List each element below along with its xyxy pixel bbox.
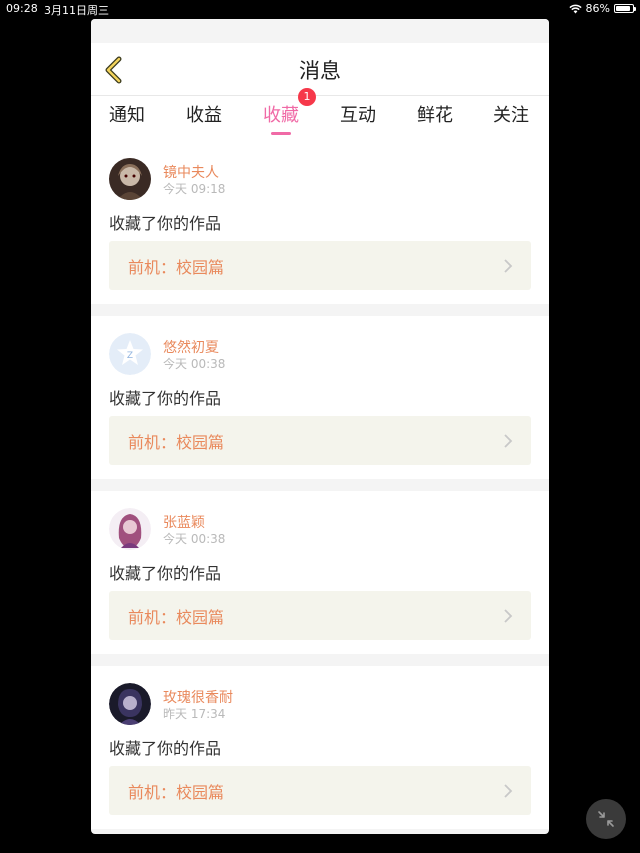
- tab-label: 互动: [340, 105, 376, 126]
- chevron-right-icon: [504, 784, 513, 798]
- action-text: 收藏了你的作品: [109, 739, 222, 758]
- work-title: 前机：校园篇: [128, 608, 225, 627]
- chevron-right-icon: [504, 259, 513, 273]
- work-link[interactable]: 前机：校园篇: [109, 766, 531, 815]
- divider: [91, 304, 549, 316]
- timestamp: 今天 00:38: [163, 532, 226, 546]
- tab-label: 关注: [493, 105, 529, 126]
- timestamp: 昨天 17:34: [163, 707, 226, 721]
- avatar[interactable]: [109, 508, 151, 550]
- message-list-rest: Z 悠然初夏 今天 00:38 收藏了你的作品 前机：校园篇 张蓝颖 今天 00…: [91, 316, 549, 829]
- message-list: 镜中夫人 今天 09:18 收藏了你的作品 前机：校园篇: [91, 131, 549, 304]
- action-text: 收藏了你的作品: [109, 564, 222, 583]
- chevron-right-icon: [504, 434, 513, 448]
- tab-notice[interactable]: 通知: [109, 101, 145, 127]
- wifi-icon: [568, 4, 582, 13]
- work-title: 前机：校园篇: [128, 258, 225, 277]
- tab-label: 收益: [186, 105, 222, 126]
- tab-label: 通知: [109, 105, 145, 126]
- tab-label: 收藏: [263, 105, 299, 126]
- panel-top-strip: [91, 19, 549, 43]
- action-text: 收藏了你的作品: [109, 214, 222, 233]
- list-item: 玫瑰很香耐 昨天 17:34 收藏了你的作品 前机：校园篇: [91, 666, 549, 829]
- tab-favorites[interactable]: 收藏 1: [263, 88, 316, 135]
- header: 消息: [91, 43, 549, 95]
- tab-flowers[interactable]: 鲜花: [417, 101, 453, 127]
- unread-badge: 1: [298, 88, 316, 106]
- work-title: 前机：校园篇: [128, 433, 225, 452]
- user-name[interactable]: 镜中夫人: [163, 162, 219, 182]
- work-link[interactable]: 前机：校园篇: [109, 591, 531, 640]
- list-item: 张蓝颖 今天 00:38 收藏了你的作品 前机：校园篇: [91, 491, 549, 654]
- svg-text:Z: Z: [127, 351, 133, 361]
- list-item: 镜中夫人 今天 09:18 收藏了你的作品 前机：校园篇: [91, 141, 549, 304]
- avatar[interactable]: [109, 158, 151, 200]
- work-title: 前机：校园篇: [128, 783, 225, 802]
- battery-icon: [614, 4, 636, 13]
- work-link[interactable]: 前机：校园篇: [109, 416, 531, 465]
- list-item: Z 悠然初夏 今天 00:38 收藏了你的作品 前机：校园篇: [91, 316, 549, 479]
- tab-follows[interactable]: 关注: [493, 101, 529, 127]
- status-bar: 09:28 3月11日周三 86%: [0, 0, 640, 18]
- tab-label: 鲜花: [417, 105, 453, 126]
- user-name[interactable]: 悠然初夏: [163, 337, 219, 357]
- tab-interactions[interactable]: 互动: [340, 101, 376, 127]
- tab-bar: 通知 收益 收藏 1 互动 鲜花 关注: [91, 88, 549, 135]
- timestamp: 今天 09:18: [163, 182, 226, 196]
- timestamp: 今天 00:38: [163, 357, 226, 371]
- page-title: 消息: [299, 59, 341, 83]
- status-time: 09:28: [6, 2, 38, 15]
- status-date: 3月11日周三: [44, 4, 109, 17]
- avatar[interactable]: [109, 683, 151, 725]
- collapse-arrows-icon: [598, 811, 614, 827]
- battery-percent: 86%: [585, 2, 610, 15]
- message-panel: 消息 通知 收益 收藏 1 互动 鲜花 关注 镜中夫人 今天 09:18 收藏了…: [91, 19, 549, 834]
- tab-earnings[interactable]: 收益: [186, 101, 222, 127]
- user-name[interactable]: 张蓝颖: [163, 512, 205, 532]
- work-link[interactable]: 前机：校园篇: [109, 241, 531, 290]
- tab-active-indicator: [271, 132, 291, 135]
- user-name[interactable]: 玫瑰很香耐: [163, 687, 233, 707]
- status-right: 86%: [568, 2, 636, 15]
- collapse-button[interactable]: [586, 799, 626, 839]
- chevron-right-icon: [504, 609, 513, 623]
- avatar[interactable]: Z: [109, 333, 151, 375]
- action-text: 收藏了你的作品: [109, 389, 222, 408]
